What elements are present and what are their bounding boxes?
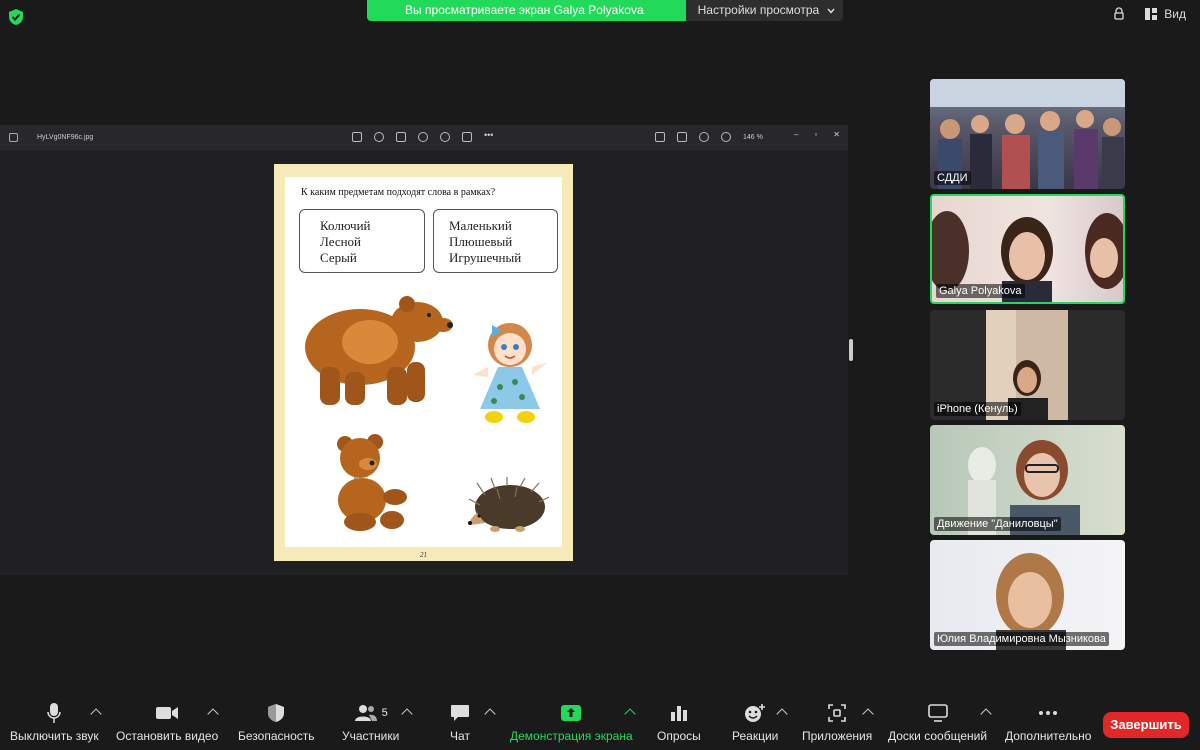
panel-resize-handle[interactable] [849,339,853,361]
top-bar: Вы просматриваете экран Galya Polyakova … [0,0,1200,34]
participants-icon [354,705,377,721]
participant-tile[interactable]: СДДИ [930,79,1125,189]
maximize-icon[interactable]: ▫ [814,130,817,139]
mute-button[interactable]: Выключить звук [10,698,99,743]
participant-name: iPhone (Кенуль) [934,402,1021,416]
photos-app-icon [9,133,18,142]
chat-bubble-icon [451,705,469,721]
view-label: Вид [1164,7,1186,21]
shared-screen: HyLVg0NF96c.jpg ••• 146 % – ▫ ✕ К каким … [0,125,848,575]
end-meeting-button[interactable]: Завершить [1103,712,1189,738]
polls-button[interactable]: Опросы [657,698,701,743]
edit-icon[interactable] [352,132,362,142]
minimize-icon[interactable]: – [794,130,798,139]
apps-button[interactable]: Приложения [802,698,872,743]
video-camera-icon [156,707,179,719]
polls-bar-chart-icon [670,706,687,721]
word: Лесной [320,234,362,249]
close-icon[interactable]: ✕ [833,130,840,139]
screen-share-banner: Вы просматриваете экран Galya Polyakova … [367,0,844,21]
security-button[interactable]: Безопасность [238,698,315,743]
whiteboards-button[interactable]: Доски сообщений [888,698,987,743]
whiteboards-label: Доски сообщений [888,729,988,743]
word: Плюшевый [449,234,513,249]
mute-label: Выключить звук [10,729,99,743]
photo-viewer-titlebar: HyLVg0NF96c.jpg ••• 146 % – ▫ ✕ [0,125,848,150]
view-button[interactable]: Вид [1144,7,1186,21]
zoom-level: 146 % [743,133,763,141]
stop-video-button[interactable]: Остановить видео [116,698,218,743]
zoom-out-icon[interactable] [699,132,709,142]
chat-label: Чат [450,729,470,743]
reactions-smiley-icon [745,704,766,722]
security-shield-icon [268,704,285,722]
encryption-shield-icon[interactable] [8,8,24,26]
share-icon[interactable] [462,132,472,142]
bear-illustration [305,296,453,405]
immersive-view-icon[interactable] [1112,7,1126,21]
delete-icon[interactable] [396,132,406,142]
stop-video-label: Остановить видео [116,729,219,743]
word: Игрушечный [449,250,522,265]
share-screen-icon [561,705,582,721]
book-page-content: К каким предметам подходят слова в рамка… [285,177,562,547]
rotate-icon[interactable] [374,132,384,142]
word-box-right: Маленький Плюшевый Игрушечный [433,209,558,273]
file-name: HyLVg0NF96c.jpg [37,134,94,141]
viewer-tools: ••• [352,131,494,142]
participant-name: Galya Polyakova [936,284,1025,298]
share-banner-message: Вы просматриваете экран Galya Polyakova [367,0,686,21]
word: Серый [320,250,357,265]
apps-icon [828,704,846,722]
more-button[interactable]: Дополнительно [1005,698,1091,743]
page-number: 21 [420,551,427,559]
participant-tile[interactable]: Движение "Даниловцы" [930,425,1125,535]
view-options-label: Настройки просмотра [697,3,820,17]
chat-button[interactable]: Чат [450,698,470,743]
share-screen-button[interactable]: Демонстрация экрана [510,698,633,743]
window-controls: – ▫ ✕ [794,130,840,139]
top-right-controls: Вид [1112,7,1186,21]
book-page-image: К каким предметам подходят слова в рамка… [274,164,573,561]
participants-label: Участники [342,729,400,743]
teddy-bear-illustration [337,434,407,531]
reactions-label: Реакции [732,729,779,743]
participant-tile-active-speaker[interactable]: Galya Polyakova [930,194,1125,304]
word: Маленький [449,218,512,233]
fit-window-icon[interactable] [677,132,687,142]
participant-tile[interactable]: Юлия Владимировна Мызникова [930,540,1125,650]
participants-button[interactable]: 5 Участники [342,698,399,743]
doll-illustration [472,323,548,423]
more-options-icon[interactable]: ••• [484,131,494,142]
meeting-toolbar: Выключить звук Остановить видео Безопасн… [0,698,1200,750]
view-options-button[interactable]: Настройки просмотра [685,0,844,21]
chat-options-caret-icon[interactable] [484,708,496,720]
more-label: Дополнительно [1005,729,1092,743]
participants-count: 5 [381,707,388,719]
exercise-question: К каким предметам подходят слова в рамка… [301,187,496,198]
share-screen-label: Демонстрация экрана [510,729,633,743]
info-icon[interactable] [440,132,450,142]
whiteboard-icon [927,704,948,722]
hedgehog-illustration [468,477,550,532]
reactions-button[interactable]: Реакции [732,698,778,743]
fullscreen-icon[interactable] [655,132,665,142]
grid-view-icon [1145,8,1158,20]
polls-label: Опросы [657,729,701,743]
participant-name: Движение "Даниловцы" [934,517,1061,531]
participant-name: СДДИ [934,171,971,185]
zoom-in-icon[interactable] [721,132,731,142]
viewer-zoom-tools: 146 % [655,132,763,142]
apps-label: Приложения [802,729,873,743]
chevron-down-icon [827,8,835,14]
microphone-icon [47,703,62,723]
participant-tile[interactable]: iPhone (Кенуль) [930,310,1125,420]
favorite-icon[interactable] [418,132,428,142]
security-label: Безопасность [238,729,315,743]
word: Колючий [320,218,371,233]
participants-options-caret-icon[interactable] [401,708,413,720]
participant-name: Юлия Владимировна Мызникова [934,632,1109,646]
word-box-left: Колючий Лесной Серый [299,209,425,273]
more-dots-icon [1039,711,1058,715]
